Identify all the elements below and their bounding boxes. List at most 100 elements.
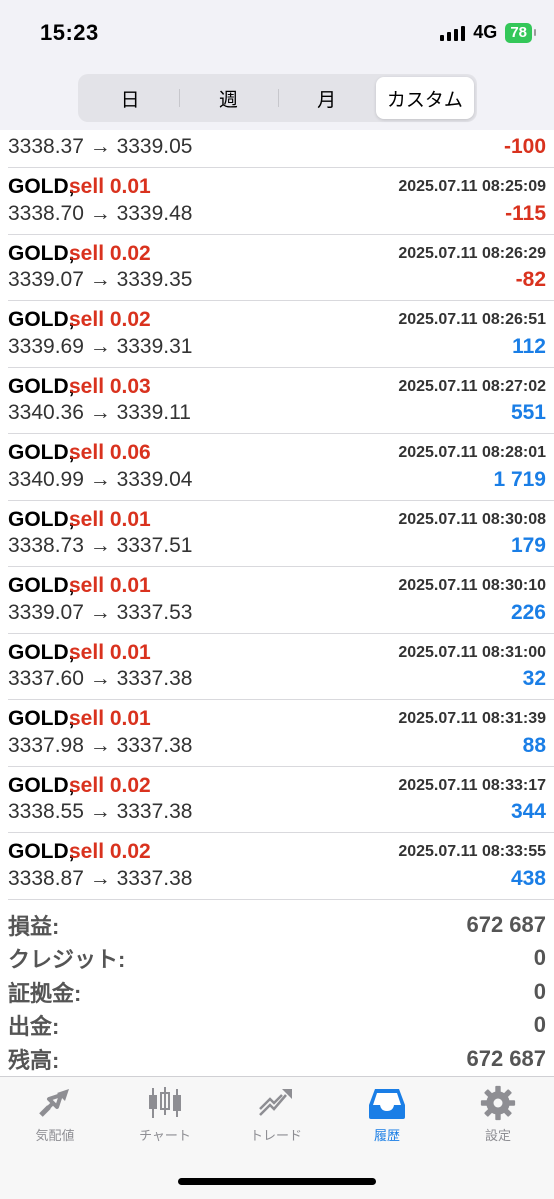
trade-profit: -82 — [515, 268, 546, 291]
trade-row[interactable]: GOLD, sell 0.01 2025.07.11 08:30:10 3339.07… — [8, 567, 554, 634]
period-segmented-control: 日 週 月 カスタム — [78, 74, 477, 122]
tab-day[interactable]: 日 — [81, 77, 179, 119]
trade-header-line: GOLD, sell 0.01 2025.07.11 08:31:39 — [8, 707, 546, 733]
tab-week[interactable]: 週 — [179, 77, 277, 119]
trade-header-line: GOLD, sell 0.02 2025.07.11 08:26:51 — [8, 308, 546, 334]
summary-value: 672 687 — [466, 1045, 546, 1071]
summary-value: 672 687 — [466, 911, 546, 937]
history-icon — [369, 1089, 405, 1119]
trade-detail-line: 3338.70 → 3339.48 -115 — [8, 202, 546, 228]
trade-header-line: GOLD, sell 0.01 2025.07.11 08:30:10 — [8, 574, 546, 600]
trade-icon — [259, 1089, 292, 1116]
trade-row[interactable]: GOLD, sell 0.01 2025.07.11 08:25:09 3338.70… — [8, 168, 554, 235]
trade-prices: 3338.87 → 3337.38 — [8, 866, 193, 890]
trade-detail-line: 3339.69 → 3339.31 112 — [8, 335, 546, 361]
trade-time: 2025.07.11 08:30:08 — [398, 510, 546, 528]
tab-chart[interactable]: チャート — [110, 1085, 220, 1144]
summary-label: クレジット: — [8, 947, 126, 973]
trade-prices: 3338.37 → 3339.05 — [8, 135, 193, 158]
trade-side: sell 0.01 — [69, 507, 151, 531]
trade-symbol: GOLD, — [8, 574, 75, 597]
summary-value: 0 — [533, 978, 546, 1004]
network-label: 4G — [473, 22, 498, 42]
summary-profit: 損益: 672 687 — [8, 908, 546, 942]
trade-time: 2025.07.11 08:30:10 — [398, 577, 546, 594]
trade-row[interactable]: GOLD, sell 0.02 2025.07.11 08:26:29 3339.07… — [8, 235, 554, 301]
trade-header-line: GOLD, sell 0.02 2025.07.11 08:33:55 — [8, 840, 546, 866]
trade-row[interactable]: GOLD, sell 0.02 2025.07.11 08:33:17 3338.55… — [8, 767, 554, 833]
trade-detail-line: 3338.55 → 3337.38 344 — [8, 800, 546, 826]
trade-side: sell 0.01 — [69, 707, 151, 730]
trade-profit: -100 — [503, 135, 546, 158]
summary-value: 0 — [533, 945, 546, 971]
trade-detail-line: 3337.60 → 3337.38 32 — [8, 667, 546, 693]
trade-prices: 3339.07 → 3337.53 — [8, 600, 193, 624]
tab-settings[interactable]: 設定 — [443, 1085, 553, 1144]
tab-label: トレード — [249, 1128, 302, 1143]
trade-header-line: GOLD, sell 0.01 2025.07.11 08:30:08 — [8, 508, 546, 534]
trade-row[interactable]: GOLD, sell 0.06 2025.07.11 08:28:01 3340.99… — [8, 434, 554, 501]
summary-label: 損益: — [8, 913, 60, 939]
trade-prices: 3337.98 → 3337.38 — [8, 733, 193, 757]
summary-value: 0 — [533, 1012, 546, 1038]
trade-detail-line: 3340.99 → 3339.04 1 719 — [8, 468, 546, 494]
trade-history-list: 3338.37 → 3339.05 -100 GOLD, sell 0.01 202… — [0, 130, 554, 900]
settings-icon — [480, 1085, 516, 1121]
tab-custom[interactable]: カスタム — [375, 77, 474, 119]
home-indicator[interactable] — [178, 1178, 376, 1185]
tab-trade[interactable]: トレード — [221, 1085, 331, 1144]
trade-prices: 3339.07 → 3339.35 — [8, 268, 193, 291]
trade-time: 2025.07.11 08:31:39 — [398, 710, 546, 727]
trade-detail-line: 3338.73 → 3337.51 179 — [8, 534, 546, 560]
trade-profit: 179 — [510, 534, 546, 557]
status-time: 15:23 — [40, 20, 99, 45]
trade-time: 2025.07.11 08:33:55 — [398, 843, 546, 860]
trade-row-partial[interactable]: 3338.37 → 3339.05 -100 — [8, 130, 554, 168]
trade-symbol: GOLD, — [8, 241, 75, 265]
trade-prices: 3338.70 → 3339.48 — [8, 201, 193, 225]
trade-detail-line: 3337.98 → 3337.38 88 — [8, 734, 546, 760]
trade-side: sell 0.02 — [69, 840, 151, 863]
trade-prices: 3337.60 → 3337.38 — [8, 667, 193, 690]
trade-row[interactable]: GOLD, sell 0.02 2025.07.11 08:33:55 3338.87… — [8, 833, 554, 900]
tab-history[interactable]: 履歴 — [332, 1085, 442, 1144]
trade-prices: 3338.73 → 3337.51 — [8, 534, 193, 557]
trade-row[interactable]: GOLD, sell 0.01 2025.07.11 08:31:39 3337.98… — [8, 700, 554, 767]
trade-row[interactable]: GOLD, sell 0.01 2025.07.11 08:30:08 3338.73… — [8, 501, 554, 567]
account-summary: 損益: 672 687 クレジット: 0 証拠金: 0 出金: 0 残高: 67… — [0, 908, 554, 1076]
quotes-icon — [39, 1089, 69, 1117]
trade-side: sell 0.02 — [69, 241, 151, 265]
period-selector-bar: 日 週 月 カスタム — [0, 66, 554, 130]
trade-detail-line: 3338.37 → 3339.05 -100 — [8, 135, 546, 161]
trade-time: 2025.07.11 08:26:29 — [398, 244, 546, 262]
trade-profit: 112 — [512, 334, 546, 358]
trade-header-line: GOLD, sell 0.01 2025.07.11 08:31:00 — [8, 641, 546, 667]
trade-symbol: GOLD, — [8, 175, 75, 198]
summary-balance: 残高: 672 687 — [8, 1042, 546, 1076]
trade-row[interactable]: GOLD, sell 0.02 2025.07.11 08:26:51 3339.69… — [8, 301, 554, 368]
trade-symbol: GOLD, — [8, 441, 75, 464]
trade-profit: 344 — [510, 800, 546, 823]
trade-row[interactable]: GOLD, sell 0.03 2025.07.11 08:27:02 3340.36… — [8, 368, 554, 434]
trade-detail-line: 3339.07 → 3339.35 -82 — [8, 268, 546, 294]
trade-side: sell 0.01 — [69, 574, 151, 597]
trade-side: sell 0.02 — [69, 773, 151, 797]
trade-symbol: GOLD, — [8, 507, 75, 531]
trade-row[interactable]: GOLD, sell 0.01 2025.07.11 08:31:00 3337.60… — [8, 634, 554, 700]
tab-month[interactable]: 月 — [277, 77, 376, 119]
tab-quotes[interactable]: 気配値 — [0, 1085, 110, 1144]
trade-header-line: GOLD, sell 0.06 2025.07.11 08:28:01 — [8, 441, 546, 467]
trade-profit: 438 — [510, 866, 546, 890]
tab-label: 気配値 — [35, 1128, 75, 1143]
tab-label: 履歴 — [373, 1128, 400, 1143]
trade-prices: 3340.99 → 3339.04 — [8, 467, 193, 491]
summary-label: 出金: — [8, 1014, 60, 1040]
trade-symbol: GOLD, — [8, 840, 75, 863]
tab-label: 設定 — [484, 1128, 511, 1143]
trade-time: 2025.07.11 08:26:51 — [398, 311, 546, 328]
trade-symbol: GOLD, — [8, 308, 75, 331]
trade-detail-line: 3338.87 → 3337.38 438 — [8, 867, 546, 893]
trade-prices: 3338.55 → 3337.38 — [8, 800, 193, 823]
summary-credit: クレジット: 0 — [8, 942, 546, 976]
trade-header-line: GOLD, sell 0.02 2025.07.11 08:33:17 — [8, 774, 546, 800]
